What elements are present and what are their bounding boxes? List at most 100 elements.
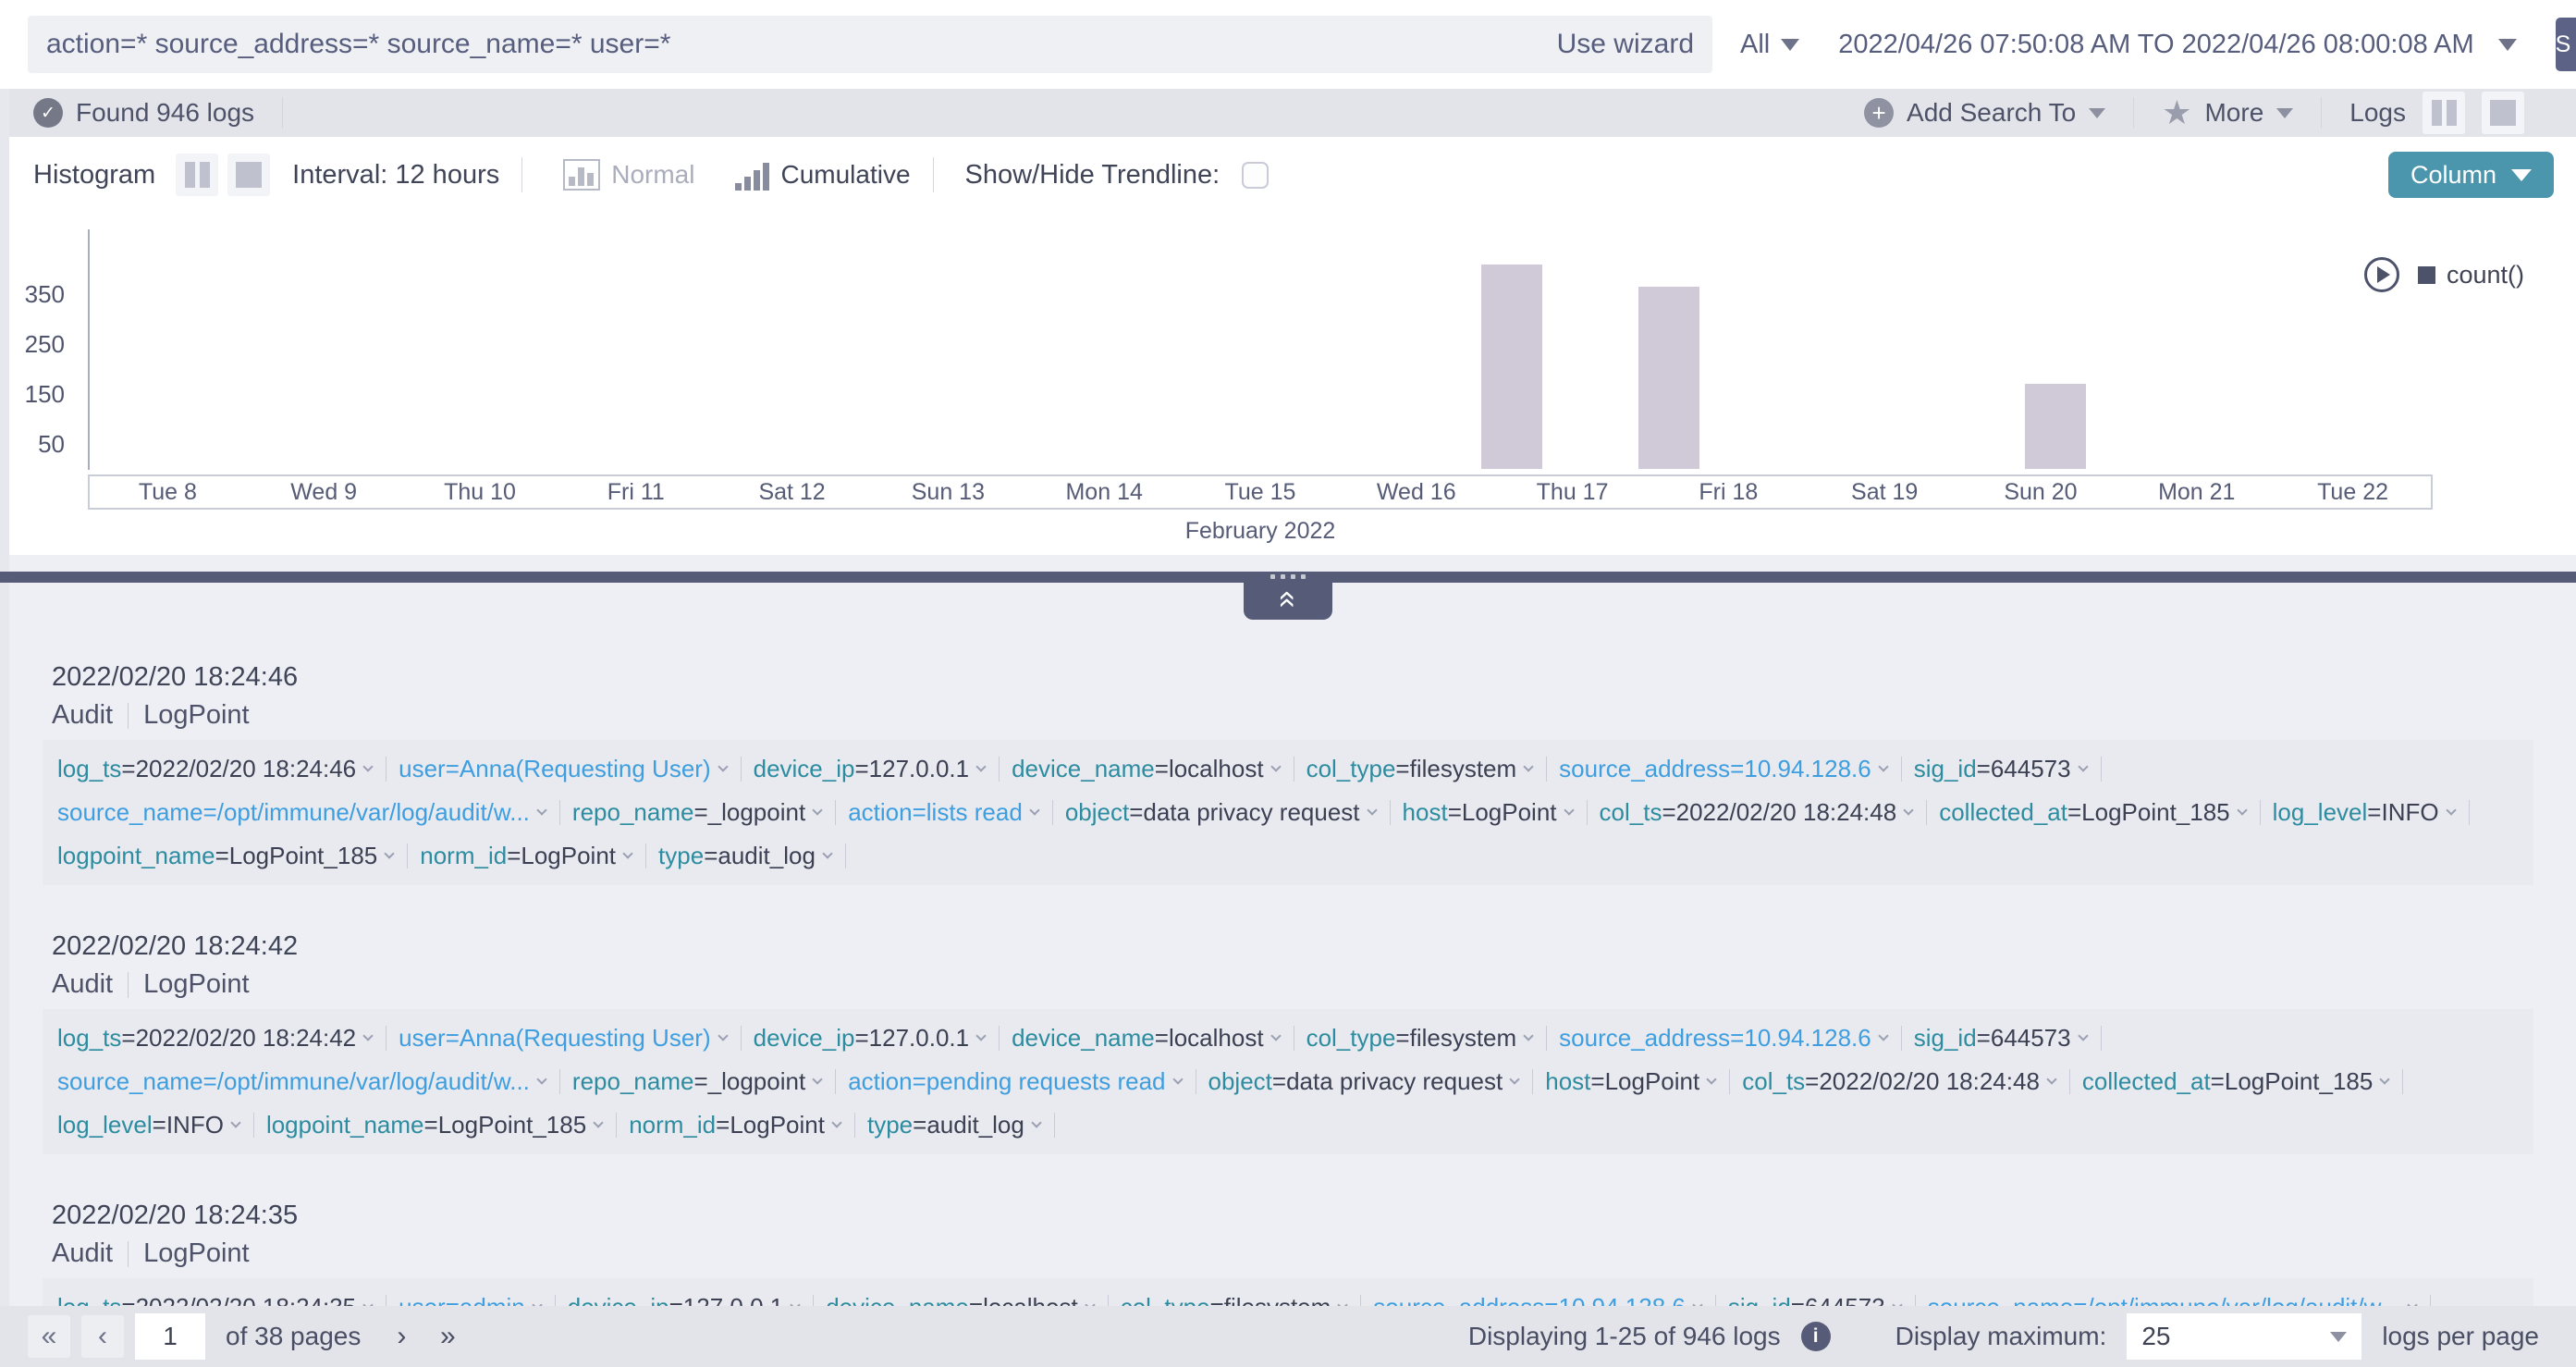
page-number-input[interactable] bbox=[135, 1313, 205, 1360]
panel-divider[interactable]: « bbox=[0, 572, 2576, 583]
log-field-chip[interactable]: logpoint_name=LogPoint_185 bbox=[57, 834, 395, 878]
log-field-chip[interactable]: object=data privacy request bbox=[1208, 1060, 1521, 1103]
chevron-down-icon bbox=[536, 805, 546, 815]
log-field-chip[interactable]: object=data privacy request bbox=[1065, 791, 1378, 834]
chevron-down-icon bbox=[230, 1117, 240, 1127]
search-input[interactable]: action=* source_address=* source_name=* … bbox=[28, 16, 1712, 73]
log-field-chip[interactable]: user=Anna(Requesting User) bbox=[399, 1016, 728, 1060]
log-field-chip[interactable]: user=Anna(Requesting User) bbox=[399, 747, 728, 791]
chevron-down-icon bbox=[1172, 1074, 1183, 1084]
column-view-icon[interactable] bbox=[2423, 92, 2465, 134]
add-search-to-dropdown[interactable]: + Add Search To bbox=[1836, 97, 2133, 129]
normal-mode-button[interactable]: Normal bbox=[563, 159, 694, 191]
divider bbox=[407, 844, 408, 868]
log-field-chip[interactable]: device_name=localhost bbox=[1012, 747, 1281, 791]
collapse-histogram-button[interactable]: « bbox=[1244, 583, 1332, 620]
chevron-down-icon bbox=[622, 848, 632, 858]
divider bbox=[2469, 800, 2470, 825]
cumulative-mode-button[interactable]: Cumulative bbox=[735, 159, 910, 191]
divider bbox=[933, 157, 934, 192]
grid-view-icon[interactable] bbox=[2482, 92, 2524, 134]
normal-chart-icon bbox=[563, 159, 600, 191]
log-field-chip[interactable]: col_ts=2022/02/20 18:24:48 bbox=[1742, 1060, 2057, 1103]
divider bbox=[2069, 1069, 2070, 1094]
log-field-chip[interactable]: repo_name=_logpoint bbox=[572, 791, 823, 834]
log-source-tag: Audit bbox=[52, 969, 113, 1000]
log-field-chip[interactable]: action=lists read bbox=[848, 791, 1040, 834]
last-page-button[interactable]: » bbox=[429, 1315, 466, 1358]
plus-circle-icon: + bbox=[1864, 98, 1894, 128]
log-field-chip[interactable]: sig_id=644573 bbox=[1914, 747, 2089, 791]
log-field-chip[interactable]: sig_id=644573 bbox=[1914, 1016, 2089, 1060]
log-field-chip[interactable]: norm_id=LogPoint bbox=[629, 1103, 842, 1147]
log-entry: 2022/02/20 18:24:42 AuditLogPoint log_ts… bbox=[43, 931, 2533, 1154]
log-field-chip[interactable]: device_ip=127.0.0.1 bbox=[754, 1016, 987, 1060]
x-tick-label: Mon 14 bbox=[1026, 476, 1183, 508]
histogram-title: Histogram bbox=[33, 160, 155, 191]
display-maximum-select[interactable]: 25 bbox=[2127, 1313, 2361, 1360]
log-field-chip[interactable]: repo_name=_logpoint bbox=[572, 1060, 823, 1103]
log-field-chip[interactable]: source_name=/opt/immune/var/log/audit/w.… bbox=[57, 1060, 547, 1103]
log-tags: AuditLogPoint bbox=[52, 700, 2533, 731]
log-field-chip[interactable]: log_ts=2022/02/20 18:24:42 bbox=[57, 1016, 374, 1060]
divider bbox=[1052, 800, 1053, 825]
log-field-chip[interactable]: type=audit_log bbox=[658, 834, 833, 878]
chevron-down-icon bbox=[1031, 1117, 1041, 1127]
log-field-chip[interactable]: col_ts=2022/02/20 18:24:48 bbox=[1600, 791, 1915, 834]
log-field-chip[interactable]: col_type=filesystem bbox=[1306, 1016, 1535, 1060]
log-field-chip[interactable]: log_level=INFO bbox=[57, 1103, 241, 1147]
more-dropdown[interactable]: ★ More bbox=[2133, 97, 2321, 129]
x-tick-label: Sat 19 bbox=[1807, 476, 1963, 508]
log-field-chip[interactable]: device_ip=127.0.0.1 bbox=[754, 747, 987, 791]
time-range-dropdown[interactable]: 2022/04/26 07:50:08 AM TO 2022/04/26 08:… bbox=[1838, 30, 2516, 60]
log-field-chip[interactable]: collected_at=LogPoint_185 bbox=[1939, 791, 2247, 834]
info-icon[interactable]: i bbox=[1801, 1322, 1831, 1351]
divider bbox=[616, 1113, 617, 1138]
search-query-text[interactable]: action=* source_address=* source_name=* … bbox=[46, 29, 1557, 60]
histogram-bar[interactable] bbox=[2025, 384, 2086, 469]
cumulative-label: Cumulative bbox=[780, 160, 910, 190]
log-field-chip[interactable]: source_name=/opt/immune/var/log/audit/w.… bbox=[57, 791, 547, 834]
log-field-chip[interactable]: device_name=localhost bbox=[1012, 1016, 1281, 1060]
histogram-bar[interactable] bbox=[1481, 265, 1542, 469]
log-field-chip[interactable]: action=pending requests read bbox=[848, 1060, 1183, 1103]
normal-label: Normal bbox=[611, 160, 694, 190]
histogram-split-view-icon[interactable] bbox=[176, 154, 218, 196]
prev-page-button[interactable]: ‹ bbox=[81, 1315, 124, 1358]
divider bbox=[1546, 1026, 1547, 1051]
play-circle-icon[interactable] bbox=[2364, 257, 2399, 292]
use-wizard-link[interactable]: Use wizard bbox=[1557, 29, 1694, 60]
divider bbox=[1390, 800, 1391, 825]
log-field-chip[interactable]: type=audit_log bbox=[867, 1103, 1042, 1147]
log-field-chip[interactable]: source_address=10.94.128.6 bbox=[1559, 747, 1889, 791]
first-page-button[interactable]: « bbox=[28, 1315, 70, 1358]
trendline-control: Show/Hide Trendline: bbox=[965, 160, 1270, 191]
log-field-chip[interactable]: logpoint_name=LogPoint_185 bbox=[266, 1103, 604, 1147]
next-page-button[interactable]: › bbox=[383, 1315, 420, 1358]
log-field-chip[interactable]: host=LogPoint bbox=[1545, 1060, 1717, 1103]
chevron-down-icon bbox=[1904, 805, 1914, 815]
log-field-chip[interactable]: source_address=10.94.128.6 bbox=[1559, 1016, 1889, 1060]
pages-count-label: of 38 pages bbox=[226, 1322, 361, 1351]
histogram-bar[interactable] bbox=[1638, 287, 1699, 469]
divider bbox=[835, 1069, 836, 1094]
log-field-chip[interactable]: log_ts=2022/02/20 18:24:46 bbox=[57, 747, 374, 791]
log-source-tag: Audit bbox=[52, 1238, 113, 1269]
repo-scope-dropdown[interactable]: All bbox=[1740, 30, 1799, 60]
logs-label: Logs bbox=[2349, 98, 2406, 128]
trendline-checkbox[interactable] bbox=[1242, 162, 1269, 189]
log-field-chip[interactable]: norm_id=LogPoint bbox=[420, 834, 633, 878]
log-field-chip[interactable]: host=LogPoint bbox=[1403, 791, 1575, 834]
chevron-down-icon bbox=[2089, 108, 2105, 118]
log-source-tag: Audit bbox=[52, 700, 113, 731]
divider bbox=[2101, 757, 2102, 782]
histogram-full-view-icon[interactable] bbox=[227, 154, 270, 196]
chevron-down-icon bbox=[975, 1030, 986, 1041]
log-field-chip[interactable]: col_type=filesystem bbox=[1306, 747, 1535, 791]
log-field-chip[interactable]: collected_at=LogPoint_185 bbox=[2082, 1060, 2390, 1103]
chart-type-dropdown[interactable]: Column bbox=[2388, 152, 2554, 198]
search-button[interactable]: SEARCH bbox=[2556, 18, 2576, 71]
log-timestamp: 2022/02/20 18:24:42 bbox=[52, 931, 2533, 962]
log-field-chip[interactable]: log_level=INFO bbox=[2273, 791, 2457, 834]
logs-view-switcher: Logs bbox=[2321, 97, 2552, 129]
